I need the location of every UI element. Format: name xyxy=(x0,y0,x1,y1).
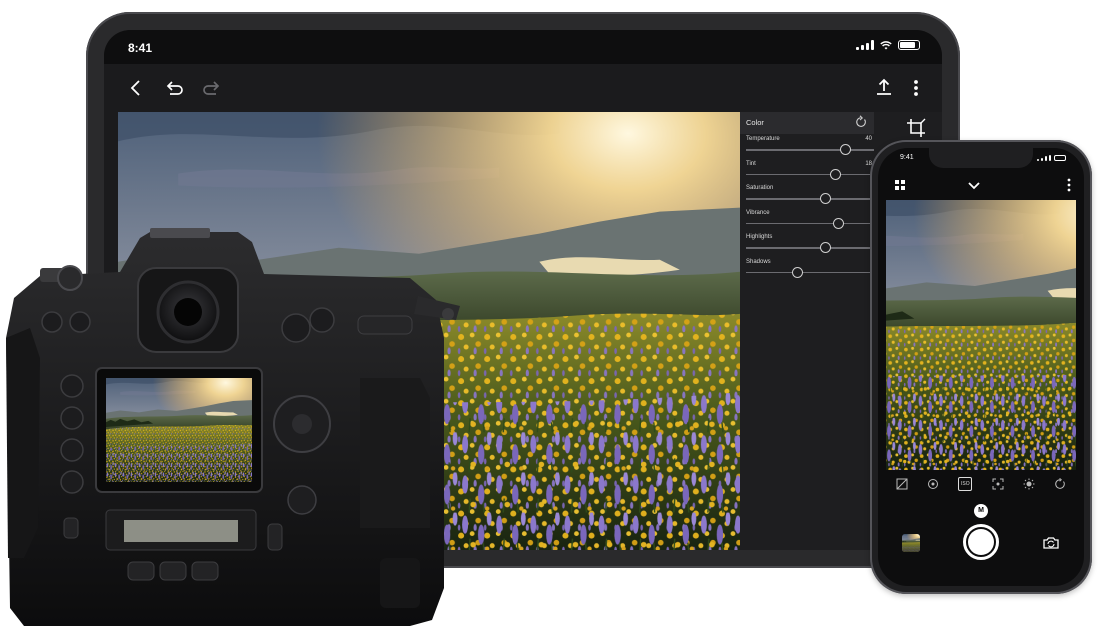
phone-device: 9:41 ISO M xyxy=(870,140,1092,594)
panel-header: Color xyxy=(740,112,874,134)
slider-thumb[interactable] xyxy=(830,168,842,180)
shooting-mode-badge[interactable]: M xyxy=(974,504,988,518)
white-balance-icon[interactable] xyxy=(926,477,940,491)
dslr-camera xyxy=(0,228,470,626)
slider-tint: Tint 18 xyxy=(740,161,874,185)
timer-icon[interactable] xyxy=(1053,477,1067,491)
tablet-status-bar: 8:41 xyxy=(104,30,942,64)
cellular-signal-icon xyxy=(856,40,874,50)
chevron-left-icon[interactable] xyxy=(124,76,148,100)
focus-icon[interactable] xyxy=(991,477,1005,491)
slider-saturation: Saturation xyxy=(740,185,874,209)
slider-track[interactable] xyxy=(746,168,874,180)
status-icons xyxy=(856,40,920,50)
slider-thumb[interactable] xyxy=(819,242,831,253)
slider-thumb[interactable] xyxy=(840,144,852,155)
phone-notch xyxy=(929,148,1033,168)
iso-label: ISO xyxy=(958,477,973,491)
status-time: 8:41 xyxy=(128,41,153,55)
slider-thumb[interactable] xyxy=(791,266,803,278)
camera-top-bar xyxy=(878,172,1084,198)
slider-vibrance: Vibrance xyxy=(740,210,874,234)
cellular-signal-icon xyxy=(1037,155,1051,161)
slider-thumb[interactable] xyxy=(832,217,844,229)
switch-camera-icon[interactable] xyxy=(1042,534,1060,552)
battery-icon xyxy=(1054,155,1066,161)
more-vertical-icon[interactable] xyxy=(904,76,928,100)
phone-status-time: 9:41 xyxy=(900,154,914,161)
slider-track[interactable] xyxy=(746,242,874,253)
gallery-thumbnail-icon[interactable] xyxy=(902,534,920,552)
slider-label: Shadows xyxy=(746,258,771,265)
camera-viewfinder[interactable] xyxy=(886,200,1076,470)
slider-label: Highlights xyxy=(746,234,773,240)
camera-settings-bar: ISO xyxy=(886,472,1076,496)
more-vertical-icon[interactable] xyxy=(1066,178,1072,192)
slider-track[interactable] xyxy=(746,144,874,155)
exposure-icon[interactable] xyxy=(895,477,909,491)
editor-toolbar xyxy=(104,64,942,112)
slider-label: Vibrance xyxy=(746,209,770,216)
slider-label: Saturation xyxy=(746,185,774,191)
wifi-icon xyxy=(880,40,892,49)
panel-title: Color xyxy=(746,118,764,127)
reset-icon[interactable] xyxy=(854,115,868,129)
slider-shadows: Shadows xyxy=(740,259,874,283)
phone-status-icons xyxy=(1037,155,1066,161)
share-icon[interactable] xyxy=(872,76,896,100)
redo-icon[interactable] xyxy=(200,76,224,100)
phone-screen: 9:41 ISO M xyxy=(878,148,1084,586)
slider-thumb[interactable] xyxy=(819,193,831,204)
slider-label: Temperature xyxy=(746,136,780,142)
slider-track[interactable] xyxy=(746,217,874,229)
slider-highlights: Highlights xyxy=(740,234,874,258)
shutter-button-icon[interactable] xyxy=(963,524,999,560)
slider-track[interactable] xyxy=(746,266,874,278)
slider-track[interactable] xyxy=(746,193,874,204)
battery-icon xyxy=(898,40,920,50)
slider-temperature: Temperature 40 xyxy=(740,136,874,160)
slider-label: Tint xyxy=(746,160,756,167)
iso-icon[interactable]: ISO xyxy=(957,477,973,491)
slider-value: 40 xyxy=(865,136,872,142)
camera-lcd-photo xyxy=(106,378,252,482)
undo-icon[interactable] xyxy=(162,76,186,100)
chevron-down-icon[interactable] xyxy=(967,178,981,192)
grid-icon[interactable] xyxy=(894,179,906,191)
crop-icon[interactable] xyxy=(906,118,926,138)
brightness-icon[interactable] xyxy=(1022,477,1036,491)
